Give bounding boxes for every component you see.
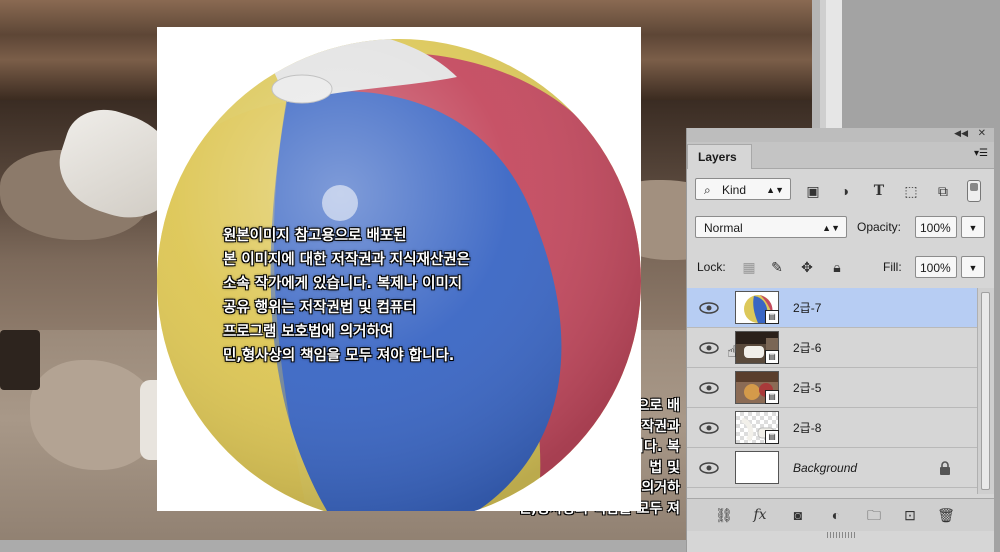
notice-line: 민,형사상의 책임을 모두 져야 합니다. — [223, 348, 455, 364]
beach-ball-layer[interactable]: 원본이미지 참고용으로 배포된 본 이미지에 대한 저작권과 지식재산권은 소속… — [157, 27, 641, 511]
layers-scrollbar[interactable] — [977, 288, 994, 494]
layers-list: ▤ 2급-7 ▤ 2급-6 ☝︎ ▤ 2급-5 ▤ 2급-8 Backgroun… — [687, 288, 977, 494]
smart-object-badge-icon: ▤ — [765, 350, 779, 364]
layers-panel[interactable]: ◀◀ ✕ Layers ▾☰ ⌕ Kind ▲▼ ▣ ◑ T ⬚ ⧉ Norma… — [686, 128, 994, 552]
filter-toggle-knob — [970, 183, 978, 191]
filter-kind-label: Kind — [722, 183, 747, 197]
trash-icon[interactable]: 🗑︎ — [935, 505, 957, 525]
lock-icon — [937, 460, 953, 476]
shape-filter-icon[interactable]: ⬚ — [901, 181, 921, 201]
opacity-input[interactable]: 100% — [915, 216, 957, 238]
smart-object-filter-icon[interactable]: ⧉ — [933, 181, 953, 201]
layers-scrollbar-thumb[interactable] — [981, 292, 990, 490]
new-layer-icon[interactable]: ⊡ — [899, 505, 921, 525]
layer-name[interactable]: 2급-5 — [793, 368, 821, 408]
notice-text: 원본이미지 참고용으로 배포된 본 이미지에 대한 저작권과 지식재산권은 소속… — [223, 224, 623, 368]
ball-highlight — [322, 185, 358, 221]
layer-row[interactable]: ▤ 2급-5 — [687, 368, 977, 408]
panel-menu-icon[interactable]: ▾☰ — [974, 148, 988, 159]
search-icon: ⌕ — [704, 183, 711, 197]
chevron-updown-icon: ▲▼ — [822, 223, 840, 233]
smart-object-badge-icon: ▤ — [765, 310, 779, 324]
layer-row-background[interactable]: Background — [687, 448, 977, 488]
layer-row[interactable]: ▤ 2급-8 — [687, 408, 977, 448]
panel-title-strip[interactable]: ◀◀ ✕ — [687, 128, 994, 142]
folder-icon[interactable]: 🗀︎ — [863, 505, 885, 525]
fill-label: Fill: — [883, 260, 902, 274]
eye-visibility-icon[interactable] — [687, 448, 729, 488]
blend-row: Normal ▲▼ Opacity: 100% ▼ — [687, 212, 994, 242]
tab-layers[interactable]: Layers — [687, 144, 752, 169]
blend-mode-value: Normal — [704, 221, 743, 235]
panel-resize-grip[interactable] — [827, 532, 857, 538]
fill-dropdown-icon[interactable]: ▼ — [961, 256, 985, 278]
lock-all-icon[interactable]: 🔒︎ — [827, 257, 847, 277]
panel-tab-bar: Layers ▾☰ — [687, 142, 994, 169]
hand-cursor-icon: ☝︎ — [727, 344, 737, 361]
chevron-updown-icon: ▲▼ — [766, 185, 784, 195]
notice-line: 공유 행위는 저작권법 및 컴퓨터 — [223, 300, 417, 316]
eye-visibility-icon[interactable] — [687, 288, 729, 328]
layer-name[interactable]: 2급-6 — [793, 328, 821, 368]
notice-line: 본 이미지에 대한 저작권과 지식재산권은 — [223, 252, 470, 268]
layer-row[interactable]: ▤ 2급-6 ☝︎ — [687, 328, 977, 368]
type-filter-icon[interactable]: T — [869, 181, 889, 201]
lock-label: Lock: — [697, 260, 726, 274]
lock-brush-icon[interactable]: ✎ — [767, 257, 787, 277]
notice-line: 원본이미지 참고용으로 배포된 — [223, 228, 407, 244]
mask-icon[interactable]: ◙ — [787, 505, 809, 525]
eye-visibility-icon[interactable] — [687, 368, 729, 408]
eye-visibility-icon[interactable] — [687, 328, 729, 368]
fx-icon[interactable]: fx — [749, 505, 771, 525]
opacity-dropdown-icon[interactable]: ▼ — [961, 216, 985, 238]
adjustment-icon[interactable]: ◐ — [825, 505, 847, 525]
lock-position-icon[interactable]: ✥ — [797, 257, 817, 277]
filter-toggle-switch[interactable] — [967, 180, 981, 202]
close-panel-icon[interactable]: ✕ — [978, 128, 986, 139]
layer-name[interactable]: Background — [793, 448, 857, 488]
smart-object-badge-icon: ▤ — [765, 390, 779, 404]
collapse-panel-icon[interactable]: ◀◀ — [954, 128, 968, 139]
filter-row: ⌕ Kind ▲▼ ▣ ◑ T ⬚ ⧉ — [687, 174, 994, 204]
image-filter-icon[interactable]: ▣ — [803, 181, 823, 201]
opacity-label: Opacity: — [857, 220, 902, 234]
layer-name[interactable]: 2급-8 — [793, 408, 821, 448]
fill-input[interactable]: 100% — [915, 256, 957, 278]
notice-line: 소속 작가에게 있습니다. 복제나 이미지 — [223, 276, 463, 292]
shadow-block — [0, 330, 40, 390]
layer-thumbnail — [735, 451, 779, 484]
smart-object-badge-icon: ▤ — [765, 430, 779, 444]
adjustment-filter-icon[interactable]: ◑ — [835, 181, 855, 201]
lock-transparency-icon[interactable]: ▦ — [739, 257, 759, 277]
link-icon[interactable]: ⛓︎ — [713, 505, 735, 525]
layers-bottom-toolbar: ⛓︎ fx ◙ ◐ 🗀︎ ⊡ 🗑︎ — [687, 498, 994, 531]
layer-row[interactable]: ▤ 2급-7 — [687, 288, 977, 328]
blend-mode-select[interactable]: Normal ▲▼ — [695, 216, 847, 238]
filter-kind-select[interactable]: ⌕ Kind ▲▼ — [695, 178, 791, 200]
lock-row: Lock: ▦ ✎ ✥ 🔒︎ Fill: 100% ▼ — [687, 250, 994, 282]
layer-name[interactable]: 2급-7 — [793, 288, 821, 328]
notice-line: 프로그램 보호법에 의거하여 — [223, 324, 394, 340]
eye-visibility-icon[interactable] — [687, 408, 729, 448]
